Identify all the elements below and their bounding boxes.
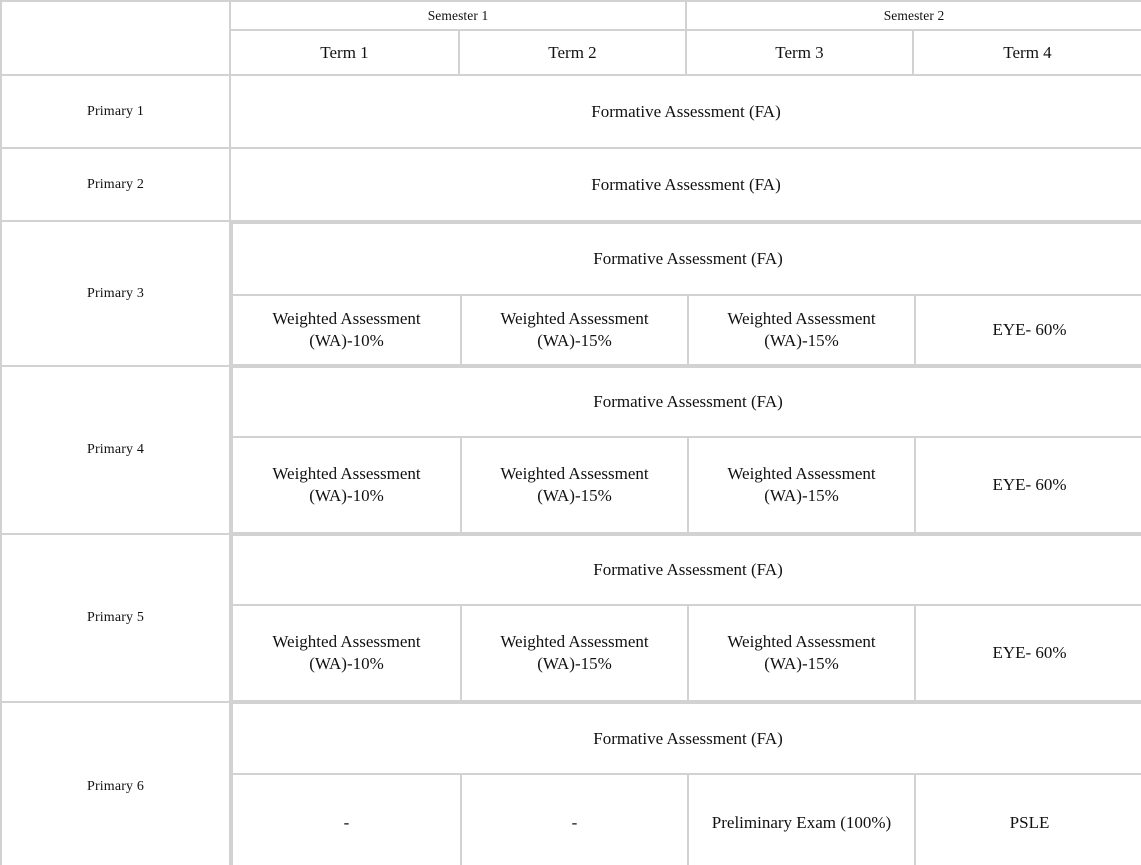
primary-4-term-1-detail: Weighted Assessment (WA)-10% <box>231 436 462 534</box>
primary-3-term-2-detail: Weighted Assessment (WA)-15% <box>460 293 689 366</box>
primary-3-split-table: Formative Assessment (FA) Weighted Asses… <box>230 222 1141 366</box>
primary-4-term-4-detail: EYE- 60% <box>913 436 1141 534</box>
primary-1-formative-assessment-band: Formative Assessment (FA) <box>229 74 1141 149</box>
primary-5-term-1-detail: Weighted Assessment (WA)-10% <box>231 604 462 702</box>
level-label-primary-1: Primary 1 <box>0 74 231 149</box>
primary-4-detail-row: Weighted Assessment (WA)-10% Weighted As… <box>231 436 1141 534</box>
level-label-primary-5: Primary 5 <box>0 533 231 703</box>
header-term-1: Term 1 <box>229 29 460 76</box>
primary-4-fa-row: Formative Assessment (FA) <box>230 366 1141 438</box>
primary-3-term-3-detail: Weighted Assessment (WA)-15% <box>687 293 916 366</box>
primary-3-formative-assessment-band: Formative Assessment (FA) <box>230 222 1141 296</box>
primary-6-fa-row: Formative Assessment (FA) <box>230 702 1141 775</box>
table-row-primary-1: Primary 1 Formative Assessment (FA) <box>0 74 1141 149</box>
level-label-primary-4: Primary 4 <box>0 365 231 535</box>
header-term-2: Term 2 <box>458 29 687 76</box>
primary-6-term-4-detail: PSLE <box>913 773 1141 865</box>
primary-3-detail-host: Formative Assessment (FA) Weighted Asses… <box>230 221 1141 366</box>
primary-5-detail-host: Formative Assessment (FA) Weighted Asses… <box>230 534 1141 702</box>
primary-2-formative-assessment-band: Formative Assessment (FA) <box>229 147 1141 222</box>
primary-6-term-2-detail: - <box>460 773 689 865</box>
primary-4-split-table: Formative Assessment (FA) Weighted Asses… <box>230 366 1141 534</box>
assessment-structure-table: Semester 1 Semester 2 Term 1 Term 2 Term… <box>0 0 1141 865</box>
primary-5-split-table: Formative Assessment (FA) Weighted Asses… <box>230 534 1141 702</box>
table-row-primary-6: Primary 6 Formative Assessment (FA) - - … <box>0 701 1141 865</box>
header-row-semesters: Semester 1 Semester 2 <box>0 0 1141 76</box>
primary-3-term-4-detail: EYE- 60% <box>913 293 1141 366</box>
primary-4-detail-host: Formative Assessment (FA) Weighted Asses… <box>230 366 1141 534</box>
header-corner-cell <box>0 0 231 76</box>
assessment-structure-sheet: Semester 1 Semester 2 Term 1 Term 2 Term… <box>0 0 1141 865</box>
table-row-primary-3: Primary 3 Formative Assessment (FA) Weig… <box>0 220 1141 367</box>
primary-6-term-3-detail: Preliminary Exam (100%) <box>687 773 916 865</box>
level-label-primary-2: Primary 2 <box>0 147 231 222</box>
primary-5-formative-assessment-band: Formative Assessment (FA) <box>230 534 1141 606</box>
primary-6-detail-host: Formative Assessment (FA) - - Preliminar… <box>230 702 1141 865</box>
primary-4-term-3-detail: Weighted Assessment (WA)-15% <box>687 436 916 534</box>
primary-6-split-table: Formative Assessment (FA) - - Preliminar… <box>230 702 1141 865</box>
header-term-3: Term 3 <box>685 29 914 76</box>
header-semester-2: Semester 2 <box>685 0 1141 31</box>
table-row-primary-4: Primary 4 Formative Assessment (FA) Weig… <box>0 365 1141 535</box>
primary-5-term-2-detail: Weighted Assessment (WA)-15% <box>460 604 689 702</box>
header-semester-1: Semester 1 <box>229 0 687 31</box>
table-row-primary-5: Primary 5 Formative Assessment (FA) Weig… <box>0 533 1141 703</box>
table-row-primary-2: Primary 2 Formative Assessment (FA) <box>0 147 1141 222</box>
primary-5-fa-row: Formative Assessment (FA) <box>230 534 1141 606</box>
primary-5-term-3-detail: Weighted Assessment (WA)-15% <box>687 604 916 702</box>
primary-3-detail-row: Weighted Assessment (WA)-10% Weighted As… <box>231 293 1141 366</box>
primary-3-fa-row: Formative Assessment (FA) <box>230 222 1141 296</box>
primary-4-formative-assessment-band: Formative Assessment (FA) <box>230 366 1141 438</box>
level-label-primary-3: Primary 3 <box>0 220 231 367</box>
primary-5-detail-row: Weighted Assessment (WA)-10% Weighted As… <box>231 604 1141 702</box>
primary-4-term-2-detail: Weighted Assessment (WA)-15% <box>460 436 689 534</box>
header-term-4: Term 4 <box>912 29 1141 76</box>
primary-6-term-1-detail: - <box>231 773 462 865</box>
primary-6-formative-assessment-band: Formative Assessment (FA) <box>230 702 1141 775</box>
primary-6-detail-row: - - Preliminary Exam (100%) PSLE <box>231 773 1141 865</box>
primary-5-term-4-detail: EYE- 60% <box>913 604 1141 702</box>
level-label-primary-6: Primary 6 <box>0 701 231 865</box>
primary-3-term-1-detail: Weighted Assessment (WA)-10% <box>231 293 462 366</box>
